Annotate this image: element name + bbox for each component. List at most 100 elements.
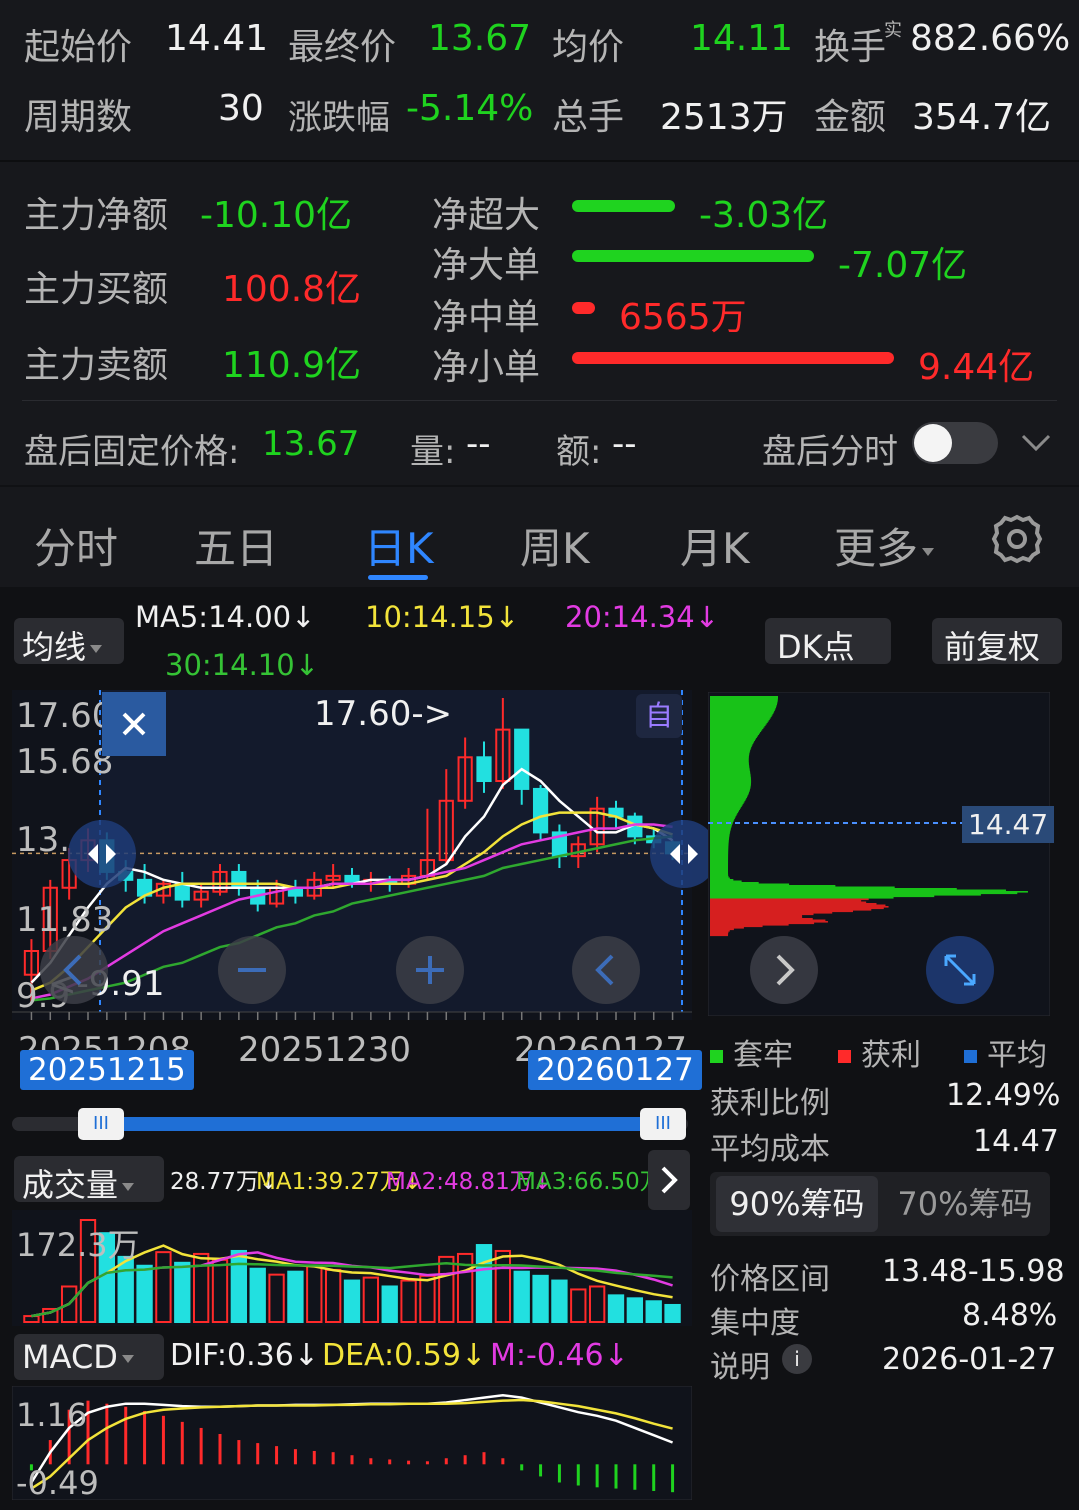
chip-bar — [710, 789, 750, 791]
chip-bar — [710, 819, 735, 821]
volume-bar — [343, 1279, 361, 1324]
chip-bar — [710, 730, 762, 733]
slider-handle-left[interactable]: III — [78, 1108, 124, 1140]
chip-bar — [710, 904, 886, 907]
chip-bar — [710, 871, 729, 874]
tab-more[interactable]: 更多 — [834, 515, 935, 576]
flow-row-label: 净小单 — [432, 347, 541, 388]
chip-expand-button[interactable] — [926, 936, 994, 1004]
chip-bar — [710, 934, 729, 937]
macd-m: M:-0.46↓ — [490, 1338, 629, 1373]
chip-bar — [710, 792, 749, 794]
chip-bar — [710, 886, 895, 889]
tab-weekly-k[interactable]: 周K — [520, 515, 590, 576]
chip-bar — [710, 811, 739, 814]
expand-icon — [944, 954, 976, 986]
gear-icon[interactable] — [990, 512, 1044, 566]
chip-bar — [710, 717, 771, 719]
chip-bar — [710, 877, 730, 880]
caret-down-icon — [121, 1355, 134, 1363]
chip-bar — [710, 921, 828, 923]
tab-five-day[interactable]: 五日 — [194, 515, 278, 576]
chevron-down-icon[interactable] — [1020, 432, 1052, 454]
chip-bar — [710, 750, 751, 752]
chip-bar — [710, 753, 750, 755]
chip-bar — [710, 777, 751, 779]
macd-chart — [12, 1386, 692, 1500]
chip-bar — [710, 798, 747, 800]
chip-bar — [710, 807, 741, 809]
ma-selector[interactable]: 均线 — [14, 618, 124, 666]
volume-y-label: 172.3万 — [16, 1226, 140, 1264]
macd-selector[interactable]: MACD — [14, 1334, 164, 1380]
chip-bar — [710, 874, 729, 877]
flow-row-label: 净超大 — [432, 195, 541, 236]
chip-bar — [710, 861, 729, 863]
chip-bar — [710, 829, 731, 832]
chip-bar — [710, 888, 957, 890]
toggle-knob — [914, 424, 952, 462]
tab-monthly-k[interactable]: 月K — [680, 515, 750, 576]
open-label: 起始价 — [24, 27, 133, 68]
flow-row-bar — [572, 352, 894, 364]
chip-bar — [710, 828, 731, 830]
volume-bar — [230, 1249, 248, 1323]
chip-bar — [710, 802, 744, 805]
volume-bar — [664, 1303, 681, 1324]
chip-bar — [710, 708, 776, 710]
zoom-in-button[interactable] — [396, 936, 464, 1004]
chip-bar — [710, 751, 750, 754]
chip-bar — [710, 769, 750, 772]
adjust-button[interactable]: 前复权 — [932, 618, 1062, 666]
periods-label: 周期数 — [24, 97, 133, 138]
chip-bar — [710, 903, 877, 905]
chip-bar — [710, 835, 730, 838]
auto-scale-button[interactable]: 自 — [636, 694, 682, 738]
info-icon[interactable]: i — [782, 1344, 812, 1374]
dk-point-button[interactable]: DK点 — [765, 618, 891, 666]
high-marker: 17.60-> — [314, 694, 453, 734]
chip-bar — [710, 928, 734, 931]
chip-bar — [710, 924, 789, 926]
tab-chip-90[interactable]: 90%筹码 — [716, 1176, 878, 1232]
chip-bar — [710, 913, 814, 916]
chip-next-button[interactable] — [750, 936, 818, 1004]
close-button[interactable] — [102, 692, 166, 756]
chip-bar — [710, 783, 752, 785]
chip-bar — [710, 862, 729, 865]
chip-bar — [710, 880, 742, 883]
indicator-next-button[interactable] — [648, 1150, 690, 1210]
after-hours-toggle[interactable] — [912, 422, 998, 464]
volume-bar — [626, 1297, 644, 1324]
chip-bar — [710, 837, 730, 839]
chip-bar — [710, 702, 778, 704]
volume-selector[interactable]: 成交量 — [14, 1156, 164, 1204]
main-buy-label: 主力买额 — [24, 269, 169, 310]
chip-bar — [710, 865, 729, 868]
chip-bar — [710, 795, 748, 797]
range-slider-fill — [100, 1117, 664, 1131]
main-net-label: 主力净额 — [24, 195, 169, 236]
y-label-2: 15.68 — [16, 742, 114, 782]
slider-handle-right[interactable]: III — [640, 1108, 686, 1140]
chip-bar — [710, 745, 752, 748]
chip-bar — [710, 867, 729, 869]
tab-daily-k[interactable]: 日K — [364, 515, 434, 576]
ma10-value: 10:14.15↓ — [365, 600, 519, 634]
chip-bar — [710, 712, 774, 715]
volume-bar — [645, 1300, 662, 1324]
chip-bar — [710, 907, 884, 910]
pan-left-button[interactable] — [40, 936, 108, 1004]
chip-bar — [710, 900, 862, 902]
divider — [22, 400, 1057, 401]
volume-bar — [136, 1264, 153, 1323]
pan-back-button[interactable] — [572, 936, 640, 1004]
tab-timeshare[interactable]: 分时 — [34, 515, 118, 576]
candle-body — [174, 882, 190, 901]
chip-bar — [710, 706, 777, 709]
zoom-out-button[interactable] — [218, 936, 286, 1004]
chip-bar — [710, 793, 749, 796]
range-left-handle[interactable] — [68, 820, 136, 888]
tab-chip-70[interactable]: 70%筹码 — [884, 1176, 1046, 1232]
chip-bar — [710, 925, 763, 928]
